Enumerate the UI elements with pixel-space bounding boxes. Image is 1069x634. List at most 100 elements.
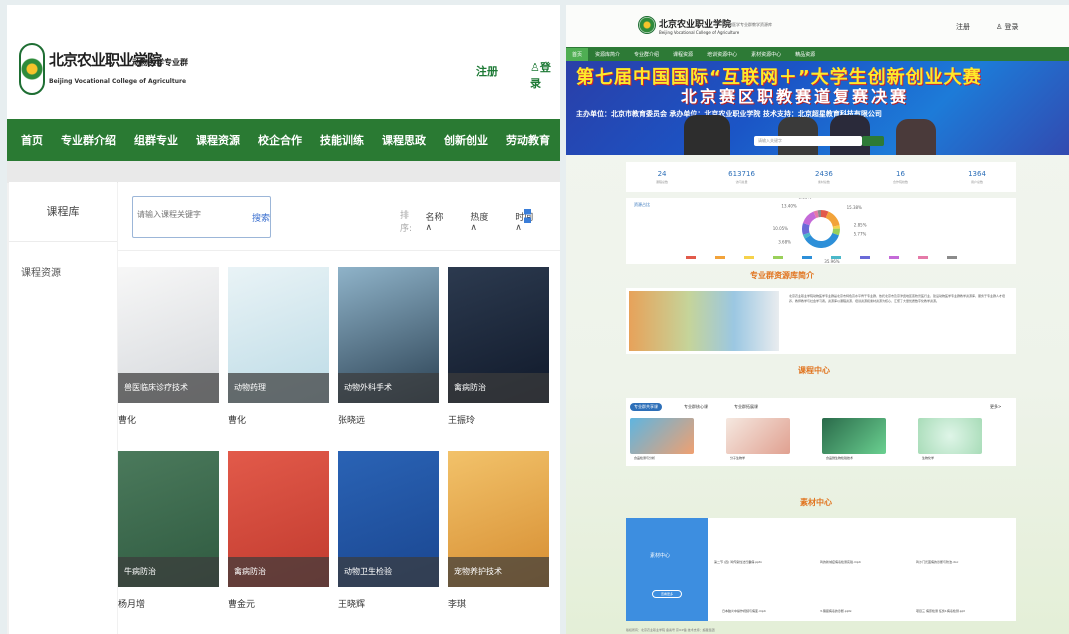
course-card-image[interactable] [726,418,790,454]
pie-slice-label: 15.38% [847,205,862,210]
course-cover-image[interactable]: 禽病防治 [448,267,549,403]
nav-item-cooperation[interactable]: 校企合作 [258,132,302,148]
search-button[interactable]: 搜索 [252,211,270,224]
course-card-image[interactable] [630,418,694,454]
material-item[interactable]: 项目三 病原检测 任务1病毒检测.ppt [916,609,965,613]
course-cover-image[interactable]: 兽医临床诊疗技术 [118,267,219,403]
intro-text: 北京农业职业学院动物医学专业群是北京市特色高水平骨干专业群，依托北京市及京津冀地… [789,294,1006,303]
nav-item-featured[interactable]: 精品资源 [795,51,815,58]
material-feature-block: 素材中心 查看更多 [626,518,708,621]
stat-item: 2436 素材总数 [815,170,833,184]
course-card[interactable]: 禽病防治 王振玲 [448,267,549,426]
legend-swatch [918,256,928,259]
course-cover-image[interactable]: 动物药理 [228,267,329,403]
legend-swatch [860,256,870,259]
register-link[interactable]: 注册 [956,22,970,32]
material-item[interactable]: 鸡沙门氏菌病的诊断与防治.doc [916,560,958,564]
login-link[interactable]: ♙登录 [530,59,560,91]
course-cover-image[interactable]: 宠物养护技术 [448,451,549,587]
right-screenshot: 北京农业职业学院 Beijing Vocational College of A… [566,5,1069,634]
sort-by-time[interactable]: 时间 ∧ [515,210,547,233]
nav-item-ideology[interactable]: 课程思政 [382,132,426,148]
course-cover-image[interactable]: 禽病防治 [228,451,329,587]
tab-shared-courses[interactable]: 专业群共享课 [630,403,662,411]
grid-view-icon[interactable] [524,209,531,223]
course-cover-image[interactable]: 动物外科手术 [338,267,439,403]
course-card[interactable]: 禽病防治 曹金元 [228,451,329,610]
material-item[interactable]: 3.猪瘟病毒的诊断.pptx [820,609,852,613]
material-item[interactable]: 第二节 (四) 鸡传染性法氏囊病.pptx [714,560,762,564]
material-section-title: 素材中心 [800,498,832,507]
pie-slice-label: 35.96% [824,259,839,264]
course-title: 禽病防治 [448,373,549,403]
more-link[interactable]: 更多> [986,403,1005,411]
intro-section-title: 专业群资源库简介 [750,271,814,280]
stat-number: 24 [657,170,667,178]
stat-label: 访问总量 [735,180,748,184]
stat-item: 613716 访问总量 [728,170,755,184]
material-item[interactable]: 鸡的新城疫病毒检测实验.mp4 [820,560,861,564]
course-card[interactable]: 宠物养护技术 李琪 [448,451,549,610]
stat-number: 1364 [968,170,986,178]
course-card[interactable]: 动物药理 曹化 [228,267,329,426]
course-card-label[interactable]: 食品微生物检验技术 [826,456,853,460]
search-box: 搜索 [132,196,271,238]
left-screenshot: 北京农业职业学院 Beijing Vocational College of A… [7,5,560,634]
nav-item-course-resources[interactable]: 课程资源 [196,132,240,148]
tab-core-courses[interactable]: 专业群核心课 [680,403,712,411]
course-card-label[interactable]: 生物化学 [922,456,934,460]
course-author: 曹化 [118,416,137,426]
nav-item-group-intro[interactable]: 专业群介绍 [634,51,659,58]
course-card[interactable]: 兽医临床诊疗技术曹化 [118,267,219,426]
banner-person-photo [830,115,870,155]
nav-item-majors[interactable]: 组群专业 [134,132,178,148]
nav-item-innovation[interactable]: 创新创业 [444,132,488,148]
course-card-image[interactable] [918,418,982,454]
course-cover-image[interactable]: 动物卫生检验 [338,451,439,587]
nav-item-intro[interactable]: 专业群介绍 [61,132,116,148]
banner-search-input[interactable]: 请输入关键字 [754,136,862,146]
course-card[interactable]: 动物卫生检验 王晓辉 [338,451,439,610]
course-title: 兽医临床诊疗技术 [118,373,219,403]
sidebar-item-course-resources[interactable]: 课程资源 [9,242,117,279]
course-author: 王振玲 [448,416,476,426]
stat-number: 16 [896,170,905,178]
nav-item-home[interactable]: 首页 [566,47,589,61]
banner-search-button[interactable] [862,136,884,146]
intro-image [629,291,779,351]
login-link[interactable]: ♙ 登录 [996,22,1019,32]
nav-item-home[interactable]: 首页 [21,132,43,148]
register-link[interactable]: 注册 [476,63,498,79]
course-card[interactable]: 牛病防治 杨月增 [118,451,219,610]
stat-label: 课程总数 [656,180,669,184]
banner-subtitle: 北京赛区职教赛道复赛决赛 [681,87,910,106]
course-card-label[interactable]: 食品检测与分析 [634,456,655,460]
nav-item-library-intro[interactable]: 资源库简介 [595,51,620,58]
legend-swatch [773,256,783,259]
tab-extended-courses[interactable]: 专业群拓展课 [730,403,762,411]
course-card[interactable]: 动物外科手术 张晓远 [338,267,439,426]
material-item[interactable]: 日本脑炎中操作视频与病变.mp4 [722,609,766,613]
stat-label: 用户总数 [970,180,983,184]
course-card-label[interactable]: 分子生物学 [730,456,745,460]
nav-item-materials[interactable]: 素材资源中心 [751,51,781,58]
portal-header: 北京农业职业学院 Beijing Vocational College of A… [566,5,1069,47]
portal-logo-english: Beijing Vocational College of Agricultur… [659,30,740,35]
course-cover-image[interactable]: 牛病防治 [118,451,219,587]
user-icon: ♙ [996,23,1005,31]
sort-by-heat[interactable]: 热度 ∧ [470,210,502,233]
stat-item: 1364 用户总数 [968,170,986,184]
course-sidebar: 课程库 课程资源 [9,182,117,634]
college-logo-english: Beijing Vocational College of Agricultur… [49,78,187,85]
nav-item-courses[interactable]: 课程资源 [673,51,693,58]
sort-by-name[interactable]: 名称 ∧ [426,210,458,233]
pie-slice-label: 13.40% [781,204,796,209]
search-input[interactable] [137,210,241,219]
nav-item-labor[interactable]: 劳动教育 [506,132,550,148]
nav-item-skills[interactable]: 技能训练 [320,132,364,148]
view-more-button[interactable]: 查看更多 [652,590,682,598]
course-card-image[interactable] [822,418,886,454]
nav-item-training[interactable]: 培训资源中心 [707,51,737,58]
course-author: 张晓远 [338,416,366,426]
user-icon: ♙ [530,61,540,74]
